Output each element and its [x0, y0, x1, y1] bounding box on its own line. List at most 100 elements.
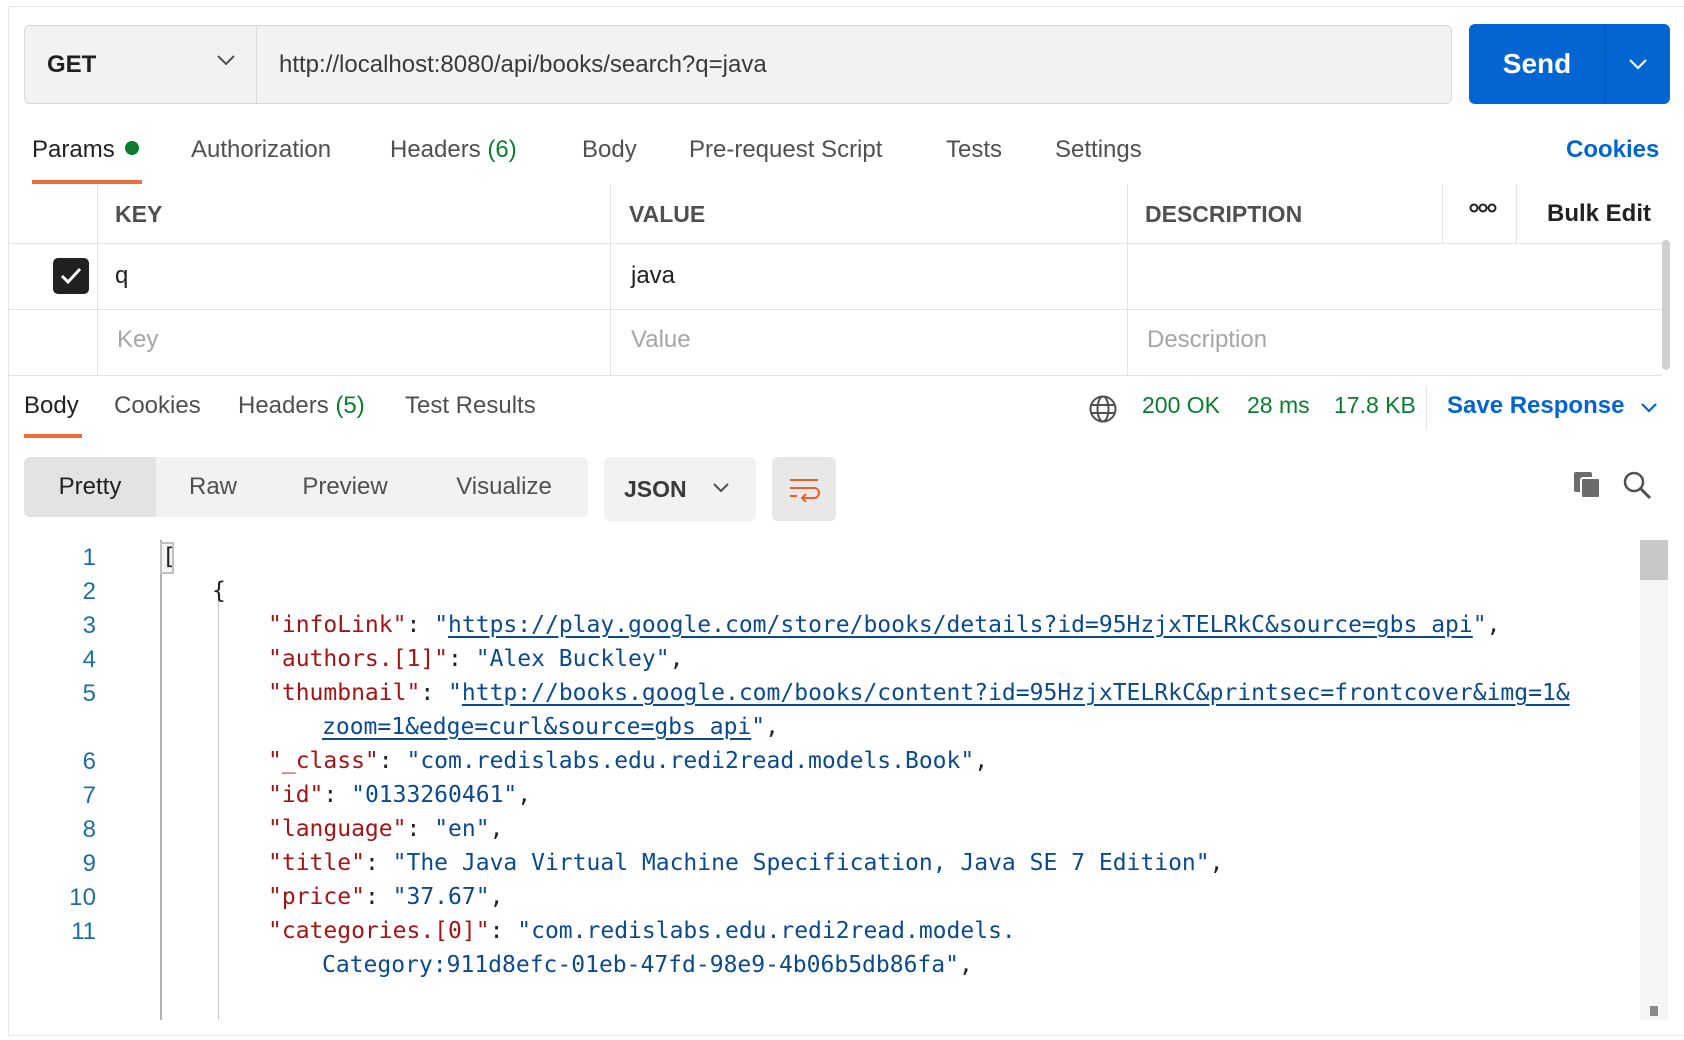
- save-response-button[interactable]: Save Response: [1447, 392, 1624, 420]
- params-active-dot: [124, 141, 139, 155]
- json-key: "categories.[0]": [268, 918, 490, 944]
- code-line-7: "id": "0133260461",: [268, 782, 532, 808]
- new-description-input[interactable]: Description: [1147, 326, 1267, 354]
- tab-settings[interactable]: Settings: [1055, 136, 1142, 164]
- json-key: "infoLink": [268, 612, 407, 638]
- tab-headers-count: (6): [487, 136, 517, 163]
- checkmark-icon: [60, 267, 82, 285]
- json-link[interactable]: http://books.google.com/books/content?id…: [462, 680, 1570, 706]
- search-icon[interactable]: [1622, 470, 1652, 500]
- view-mode-visualize[interactable]: Visualize: [420, 457, 588, 517]
- json-string: "en": [434, 816, 490, 842]
- tab-body[interactable]: Body: [582, 136, 637, 164]
- column-divider: [1516, 184, 1517, 243]
- code-line-4: "authors.[1]": "Alex Buckley",: [268, 646, 684, 672]
- tab-tests[interactable]: Tests: [946, 136, 1002, 164]
- view-mode-selector: Pretty Raw Preview Visualize: [24, 457, 588, 517]
- new-key-input[interactable]: Key: [117, 326, 158, 354]
- code-line-5-wrap: zoom=1&edge=curl&source=gbs_api",: [322, 714, 779, 740]
- line-number: 11: [71, 918, 96, 945]
- code-line-6: "_class": "com.redislabs.edu.redi2read.m…: [268, 748, 989, 774]
- tab-params[interactable]: Params: [32, 136, 139, 164]
- method-select[interactable]: GET: [24, 25, 256, 104]
- code-line-9: "title": "The Java Virtual Machine Speci…: [268, 850, 1224, 876]
- json-link[interactable]: zoom=1&edge=curl&source=gbs_api: [322, 714, 751, 740]
- format-select[interactable]: JSON: [604, 457, 756, 521]
- column-header-key: KEY: [115, 201, 163, 227]
- cookies-link[interactable]: Cookies: [1566, 136, 1659, 164]
- bulk-edit-button[interactable]: Bulk Edit: [1547, 194, 1651, 234]
- code-scrollbar-thumb[interactable]: [1640, 540, 1668, 580]
- line-number: 1: [82, 544, 96, 571]
- json-key: "language": [268, 816, 407, 842]
- param-value-cell[interactable]: java: [631, 262, 675, 290]
- params-scrollbar[interactable]: [1662, 240, 1670, 370]
- column-divider: [610, 184, 611, 376]
- tab-prerequest-script[interactable]: Pre-request Script: [689, 136, 882, 164]
- chevron-down-icon[interactable]: [1640, 402, 1658, 413]
- column-header-description: DESCRIPTION: [1145, 201, 1303, 227]
- code-line-5: "thumbnail": "http://books.google.com/bo…: [268, 680, 1570, 706]
- json-key: "thumbnail": [268, 680, 421, 706]
- json-string: Category:911d8efc-01eb-47fd-98e9-4b06b5d…: [322, 952, 959, 978]
- line-number: 4: [82, 646, 96, 673]
- wrap-lines-button[interactable]: [772, 457, 836, 521]
- view-mode-pretty[interactable]: Pretty: [24, 457, 156, 517]
- response-size[interactable]: 17.8 KB: [1334, 392, 1416, 419]
- code-scrollbar-end: [1650, 1006, 1658, 1016]
- response-tab-cookies[interactable]: Cookies: [114, 392, 201, 420]
- code-line-1: [: [162, 544, 176, 570]
- json-string: "37.67": [392, 884, 490, 910]
- send-button[interactable]: Send: [1469, 24, 1605, 104]
- code-line-11: "categories.[0]": "com.redislabs.edu.red…: [268, 918, 1016, 944]
- response-tab-headers[interactable]: Headers (5): [238, 392, 365, 420]
- format-label: JSON: [624, 475, 687, 502]
- chevron-down-icon: [1629, 59, 1647, 70]
- line-number: 2: [82, 578, 96, 605]
- params-table: KEY VALUE DESCRIPTION Bulk Edit q java K…: [9, 184, 1662, 376]
- view-mode-raw[interactable]: Raw: [156, 457, 270, 517]
- response-tab-headers-label: Headers: [238, 392, 329, 419]
- param-key-cell[interactable]: q: [115, 262, 128, 290]
- json-key: "title": [268, 850, 365, 876]
- param-enabled-checkbox[interactable]: [53, 258, 89, 294]
- json-string: "0133260461": [351, 782, 518, 808]
- column-header-value: VALUE: [629, 201, 706, 227]
- status-divider: [1426, 386, 1427, 430]
- more-options-icon[interactable]: [1469, 202, 1497, 214]
- json-link[interactable]: https://play.google.com/store/books/deta…: [448, 612, 1473, 638]
- code-gutter-line: [160, 540, 162, 1020]
- indent-guide: [218, 592, 219, 1020]
- copy-icon[interactable]: [1572, 470, 1602, 500]
- response-tab-body[interactable]: Body: [24, 392, 79, 420]
- line-number: 8: [82, 816, 96, 843]
- method-label: GET: [47, 50, 97, 78]
- code-scrollbar-track[interactable]: [1640, 540, 1668, 1020]
- response-time[interactable]: 28 ms: [1247, 392, 1310, 419]
- column-divider: [97, 184, 98, 376]
- tab-authorization[interactable]: Authorization: [191, 136, 331, 164]
- response-code-view[interactable]: 1 2 3 4 5 6 7 8 9 10 11 [ { "infoLink": …: [24, 540, 1640, 1020]
- send-options-button[interactable]: [1606, 24, 1670, 104]
- json-string: "com.redislabs.edu.redi2read.models.: [517, 918, 1016, 944]
- code-line-8: "language": "en",: [268, 816, 504, 842]
- code-line-10: "price": "37.67",: [268, 884, 504, 910]
- line-number: 7: [82, 782, 96, 809]
- url-input[interactable]: http://localhost:8080/api/books/search?q…: [256, 25, 1452, 104]
- json-key: "price": [268, 884, 365, 910]
- view-mode-preview[interactable]: Preview: [270, 457, 420, 517]
- response-tab-test-results[interactable]: Test Results: [405, 392, 536, 420]
- json-string: "com.redislabs.edu.redi2read.models.Book…: [406, 748, 975, 774]
- line-number: 5: [82, 680, 96, 707]
- response-status[interactable]: 200 OK: [1142, 392, 1220, 419]
- json-string: "Alex Buckley": [475, 646, 670, 672]
- globe-icon[interactable]: [1088, 394, 1118, 424]
- json-key: "_class": [268, 748, 379, 774]
- response-tab-headers-count: (5): [335, 392, 365, 419]
- new-value-input[interactable]: Value: [631, 326, 691, 354]
- tab-headers[interactable]: Headers (6): [390, 136, 517, 164]
- tab-headers-label: Headers: [390, 136, 481, 163]
- code-line-2: {: [212, 578, 226, 604]
- line-number: 9: [82, 850, 96, 877]
- table-divider: [9, 309, 1662, 310]
